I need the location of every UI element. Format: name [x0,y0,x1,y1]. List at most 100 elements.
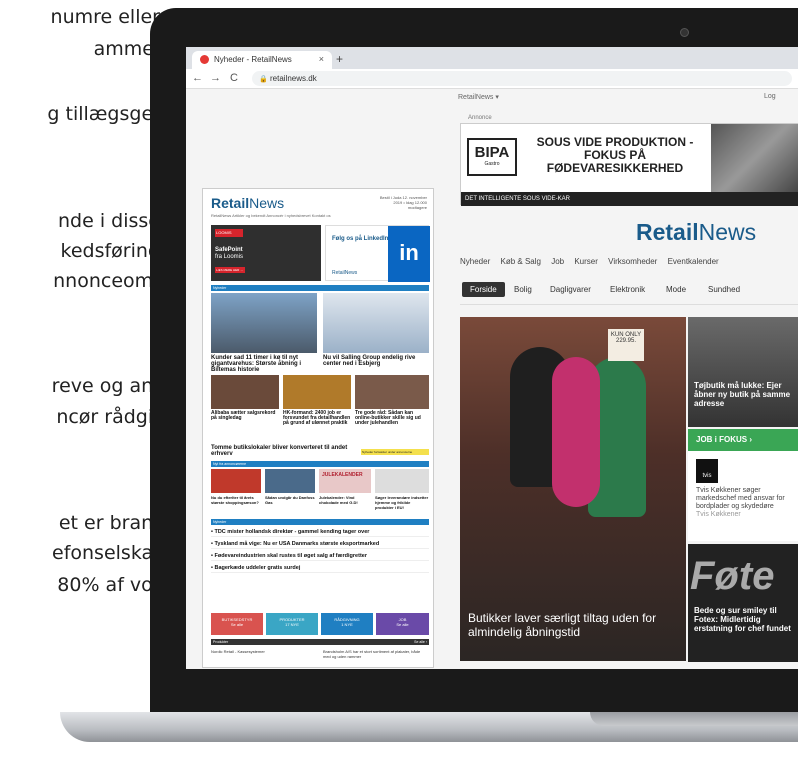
nav-item[interactable]: Job [551,257,564,266]
nav-item[interactable]: Nyheder [460,257,490,266]
article-image [211,293,317,353]
laptop-notch [590,712,798,726]
article-image [355,375,429,409]
article-image [211,375,279,409]
text-line: nde i disse [58,210,160,232]
text-line: 80% af vo- [57,574,160,596]
text-line: numre eller [50,6,160,28]
headline[interactable]: Kunder sad 11 timer i kø til nyt gigantv… [211,355,317,373]
headline[interactable]: Tomme butikslokaler bliver konverteret t… [211,445,351,457]
text-line: reve og an- [51,375,160,397]
tab-mode[interactable]: Mode [666,285,686,294]
side-article[interactable]: Føte Bede og sur smiley til Fotex: Midle… [688,544,798,662]
follow-text: Følg os på LinkedIn [332,236,389,242]
nav-item[interactable]: Eventkalender [668,257,719,266]
linkedin-ad[interactable]: Følg os på LinkedIn RetailNews in [325,225,430,282]
ad-image [211,469,261,493]
favicon-icon [200,55,209,64]
reload-icon[interactable]: C [230,72,238,84]
tab-title: Nyheder - RetailNews [214,55,292,64]
ad-label: Annonce [468,115,492,121]
site-switcher[interactable]: RetailNews ▾ [458,93,499,101]
read-more-button[interactable]: LÆS MERE HER → [215,267,245,273]
safepoint-text: SafePoint fra Loomis [215,247,244,260]
side-article[interactable]: Tøjbutik må lukke: Ejer åbner ny butik p… [688,317,798,427]
ad-headline[interactable]: Julekalender: Vind chokolade med G.D! [319,495,371,505]
list-item[interactable]: • Tyskland må vige: Nu er USA Danmarks s… [211,541,429,549]
list-item[interactable]: • TDC mister hollandsk direktør - gammel… [211,529,429,537]
price-sign: KUN ONLY 229.95. [608,329,644,361]
headline[interactable]: Tre gode råd: Sådan kan online-butikker … [355,411,429,426]
list-item[interactable]: • Bagerkæde uddeler gratis surdej [211,565,429,573]
person-figure [552,357,600,507]
fotex-graphic: Føte [690,554,775,598]
hero-caption: Butikker laver særligt tiltag uden for a… [468,611,657,639]
ad-image [375,469,429,493]
tab-dagligvarer[interactable]: Dagligvarer [550,285,591,294]
ad-headline[interactable]: Sådan undgår du Danfoss Gas [265,495,315,505]
text-line: kedsføring [60,240,160,262]
ad-image [711,124,798,192]
newsletter-menu: RetailNews Artikler og bekendt Annoncér … [211,213,331,218]
tab-bolig[interactable]: Bolig [514,285,532,294]
headline[interactable]: Nu vil Salling Group endelig rive center… [323,355,429,367]
nav-item[interactable]: Køb & Salg [500,257,540,266]
login-link[interactable]: Log [764,93,776,100]
section-bar: Produkter Se alle › [211,639,429,645]
text-line: efonselska- [52,542,160,564]
linkedin-icon: in [388,226,430,282]
footer-tile[interactable]: BUTIKSEDSTYR Se alle [211,613,263,635]
back-icon[interactable]: ← [192,72,203,84]
forward-icon[interactable]: → [210,72,221,84]
main-nav: Nyheder Køb & Salg Job Kurser Virksomhed… [460,257,727,266]
close-icon[interactable]: × [319,54,324,64]
newsletter-logo: RetailNews [211,195,285,211]
footer-tile[interactable]: RÅDGIVNING 1 NYE [321,613,373,635]
banner-ad[interactable]: BIPA Gastro SOUS VIDE PRODUKTION - FOKUS … [460,123,798,206]
browser-tab[interactable]: Nyheder - RetailNews × [192,51,332,69]
webpage: RetailNews ▾ Log Annonce BIPA Gastro SOUS… [186,89,798,669]
hero-article[interactable]: KUN ONLY 229.95. Butikker laver særligt … [460,317,686,661]
ad-headline[interactable]: Nu du efterlter til årets største shoppi… [211,495,261,505]
job-card[interactable]: tvis Tvis Køkkener søger markedschef med… [688,451,798,541]
brand-small: RetailNews [332,270,358,276]
url-text: retailnews.dk [270,74,317,83]
section-bar: Nyheder [211,285,429,291]
url-input[interactable]: 🔒 retailnews.dk [252,71,792,86]
julekalender-image: JULEKALENDER [319,469,371,493]
section-bar: Nyt fra annoncørerne [211,461,429,467]
headline[interactable]: Alibaba sætter salgsrekord på singledag [211,411,279,421]
text-line: ncør rådgi- [56,406,160,428]
footer-tile[interactable]: PRODUKTER 17 NYE [266,613,318,635]
job-text: Tvis Køkkener søger markedschef med ansv… [696,487,785,518]
nav-item[interactable]: Virksomheder [608,257,657,266]
address-bar-row: ← → C 🔒 retailnews.dk [186,69,798,89]
status-badge: Nyheder fortsætter under annoncerne [361,449,429,455]
list-item[interactable]: • Fødevareindustrien skal rustes til øge… [211,553,429,561]
tab-sundhed[interactable]: Sundhed [708,285,740,294]
tab-forside[interactable]: Forside [462,282,505,297]
newsletter-date: Bestil i Juda 12. november 2019 • Idag 1… [379,195,427,210]
tvis-logo: tvis [696,459,718,483]
loomis-logo: LOOMIS [215,229,243,237]
new-tab-button[interactable]: + [336,52,343,66]
footer-tile[interactable]: JOB Se alle [376,613,429,635]
category-nav: Forside Bolig Dagligvarer Elektronik Mod… [460,279,798,305]
text-line: et er bran- [58,512,160,534]
section-bar: Nyheder [211,519,429,525]
lock-icon: 🔒 [259,76,268,83]
article-text-fragment: numre eller amme. g tillægsge- nde i dis… [0,0,160,640]
tab-elektronik[interactable]: Elektronik [610,285,645,294]
tab-bar: Nyheder - RetailNews × + [186,47,798,69]
loomis-ad[interactable]: LOOMIS SafePoint fra Loomis LÆS MERE HER … [211,225,321,281]
job-header[interactable]: JOB i FOKUS › [688,429,798,451]
bipa-logo: BIPA Gastro [467,138,517,176]
ad-headline[interactable]: Søger leverandøre indsetter hjemme og fr… [375,495,429,510]
product-link[interactable]: Nordic Retail - Kassesystemer [211,649,311,654]
browser-window: Nyheder - RetailNews × + ← → C 🔒 retailn… [186,47,798,669]
site-logo[interactable]: RetailNews [636,219,756,246]
ad-image [265,469,315,493]
headline[interactable]: HK-formand: 2400 job er forsvundet fra d… [283,411,351,426]
nav-item[interactable]: Kurser [574,257,598,266]
product-link[interactable]: Brandsholm A/S har et stort sortiment af… [323,649,429,659]
